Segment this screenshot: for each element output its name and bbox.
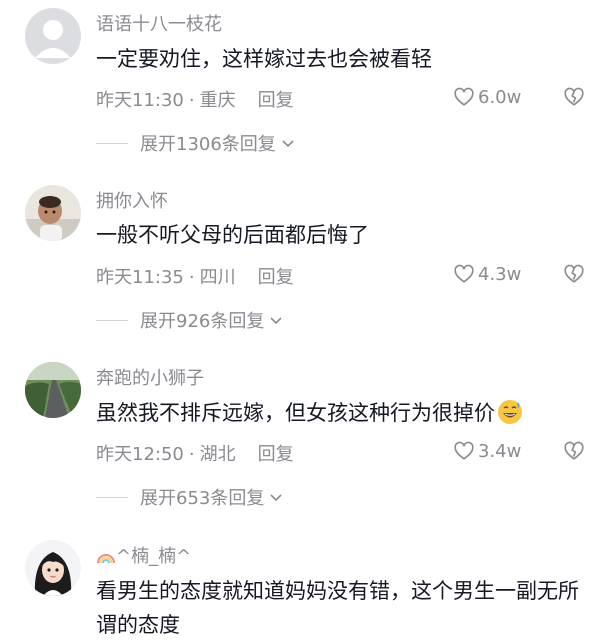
avatar[interactable] [25,185,81,241]
comment-location: 湖北 [199,444,236,465]
divider-line [96,319,128,321]
avatar[interactable] [25,362,81,418]
rainbow-icon [97,554,115,564]
avatar[interactable] [25,8,81,64]
like-button[interactable]: 6.0w [453,86,521,108]
like-count: 6.0w [478,86,522,108]
like-count: 3.4w [478,440,522,462]
like-count: 4.3w [478,263,522,285]
broken-heart-icon [564,441,584,460]
comment-item: ^楠_楠^ 看男生的态度就知道妈妈没有错，这个男生一副无所谓的态度 [0,525,616,640]
expand-replies[interactable]: 展开926条回复 [96,307,284,333]
dislike-button[interactable] [563,86,585,108]
comment-meta: 昨天11:30 · 重庆 回复 [96,86,294,112]
like-button[interactable]: 4.3w [453,263,521,285]
heart-icon [454,264,474,283]
reply-button[interactable]: 回复 [258,263,294,289]
broken-heart-icon [564,87,584,106]
grinning-sweat-emoji [498,400,522,424]
default-avatar-icon [25,8,81,64]
comment-item: 奔跑的小狮子 虽然我不排斥远嫁，但女孩这种行为很掉价 昨天12:50 · 湖北 回复 … [0,350,616,525]
cartoon-girl-avatar [25,540,81,596]
meta-separator: · [188,90,195,111]
heart-icon [454,87,474,106]
heart-icon [454,441,474,460]
comment-username-text: ^楠_楠^ [116,546,192,567]
baby-photo-avatar [25,185,81,241]
comment-meta: 昨天11:35 · 四川 回复 [96,263,294,289]
comment-item: 拥你入怀 一般不听父母的后面都后悔了 昨天11:35 · 四川 回复 4.3w 展开9… [0,175,616,350]
broken-heart-icon [564,264,584,283]
chevron-down-icon [270,494,282,502]
avatar[interactable] [25,540,81,596]
comment-text-body: 虽然我不排斥远嫁，但女孩这种行为很掉价 [96,401,495,425]
expand-replies-label: 展开653条回复 [140,488,265,509]
comment-time: 昨天11:30 [96,90,184,111]
dislike-button[interactable] [563,440,585,462]
expand-replies-label: 展开926条回复 [140,311,265,332]
divider-line [96,142,128,144]
road-photo-avatar [25,362,81,418]
comment-username[interactable]: 奔跑的小狮子 [96,364,204,390]
comment-item: 语语十八一枝花 一定要劝住，这样嫁过去也会被看轻 昨天11:30 · 重庆 回复 6.… [0,0,616,175]
comment-text: 一定要劝住，这样嫁过去也会被看轻 [96,47,432,71]
dislike-button[interactable] [563,263,585,285]
meta-separator: · [188,267,195,288]
meta-separator: · [188,444,195,465]
comment-location: 重庆 [199,90,236,111]
divider-line [96,496,128,498]
comment-time: 昨天11:35 [96,267,184,288]
expand-replies[interactable]: 展开653条回复 [96,484,284,510]
comment-username[interactable]: 语语十八一枝花 [96,10,222,36]
comment-text: 一般不听父母的后面都后悔了 [96,223,369,247]
expand-replies[interactable]: 展开1306条回复 [96,130,296,156]
reply-button[interactable]: 回复 [258,86,294,112]
comment-username[interactable]: 拥你入怀 [96,187,168,213]
comment-username[interactable]: ^楠_楠^ [96,542,191,568]
chevron-down-icon [270,317,282,325]
comment-text: 虽然我不排斥远嫁，但女孩这种行为很掉价 [96,396,596,430]
comment-time: 昨天12:50 [96,444,184,465]
comment-location: 四川 [199,267,236,288]
comment-text: 看男生的态度就知道妈妈没有错，这个男生一副无所谓的态度 [96,579,579,637]
chevron-down-icon [282,140,294,148]
expand-replies-label: 展开1306条回复 [140,134,276,155]
comment-meta: 昨天12:50 · 湖北 回复 [96,440,294,466]
reply-button[interactable]: 回复 [258,440,294,466]
like-button[interactable]: 3.4w [453,440,521,462]
